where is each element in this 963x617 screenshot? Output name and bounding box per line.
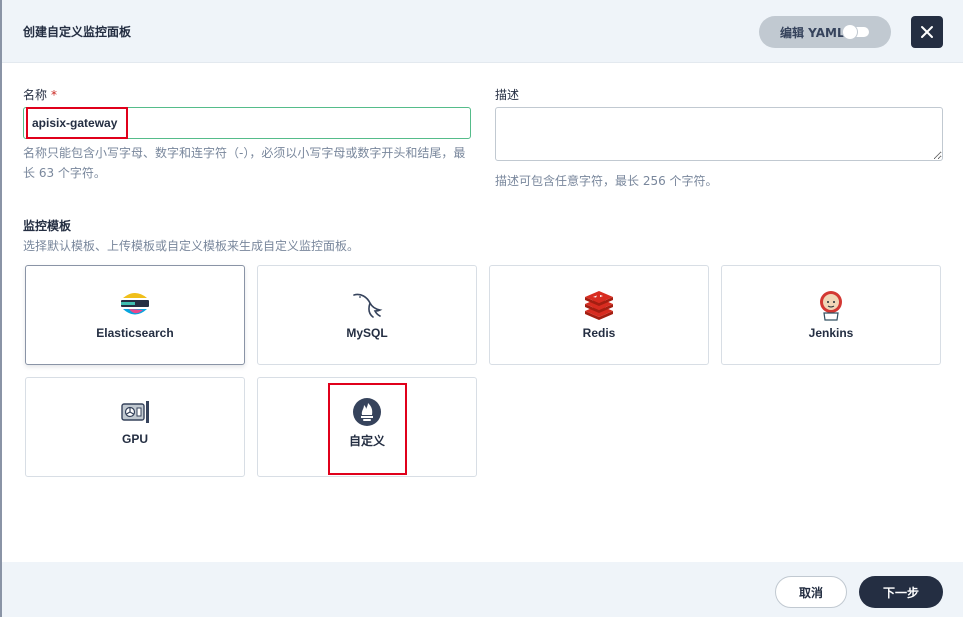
template-label: GPU xyxy=(121,432,148,446)
modal-header: 创建自定义监控面板 编辑 YAML xyxy=(2,0,963,63)
cancel-button[interactable]: 取消 xyxy=(775,576,847,608)
mysql-icon xyxy=(351,289,383,321)
required-mark: * xyxy=(51,88,58,102)
edit-yaml-toggle[interactable]: 编辑 YAML xyxy=(759,16,891,48)
next-button[interactable]: 下一步 xyxy=(859,576,943,608)
template-card-mysql[interactable]: MySQL xyxy=(257,265,477,365)
name-label: 名称 * xyxy=(23,86,57,103)
template-label: MySQL xyxy=(346,326,388,340)
prometheus-icon xyxy=(351,396,383,428)
close-button[interactable] xyxy=(911,16,943,48)
name-hint: 名称只能包含小写字母、数字和连字符（-），必须以小写字母或数字开头和结尾，最长 … xyxy=(23,146,466,180)
gpu-icon xyxy=(119,396,151,428)
modal-title: 创建自定义监控面板 xyxy=(23,25,132,39)
description-label: 描述 xyxy=(495,88,520,102)
close-icon xyxy=(921,26,933,38)
template-card-redis[interactable]: Redis xyxy=(489,265,709,365)
yaml-switch[interactable] xyxy=(843,25,869,39)
template-card-jenkins[interactable]: Jenkins xyxy=(721,265,941,365)
create-dashboard-modal: 创建自定义监控面板 编辑 YAML 名称* 名称只能包含小写字母、数字和连字符（… xyxy=(0,0,963,617)
template-label: Elasticsearch xyxy=(96,326,174,340)
templates-description: 选择默认模板、上传模板或自定义模板来生成自定义监控面板。 xyxy=(23,239,360,253)
template-label: 自定义 xyxy=(348,434,385,448)
redis-icon xyxy=(583,289,615,321)
templates-title: 监控模板 xyxy=(23,219,72,233)
template-card-custom[interactable]: 自定义 xyxy=(257,377,477,477)
name-input[interactable] xyxy=(23,107,471,139)
template-card-elasticsearch[interactable]: Elasticsearch xyxy=(25,265,245,365)
template-card-gpu[interactable]: GPU xyxy=(25,377,245,477)
name-label-text: 名称 xyxy=(23,88,48,102)
template-label: Jenkins xyxy=(808,326,854,340)
edit-yaml-label: 编辑 YAML xyxy=(780,25,845,40)
jenkins-icon xyxy=(815,289,847,321)
template-label: Redis xyxy=(582,326,616,340)
elasticsearch-icon xyxy=(119,289,151,321)
yaml-switch-knob xyxy=(843,25,857,39)
modal-footer: 取消 下一步 xyxy=(2,562,963,617)
description-hint: 描述可包含任意字符，最长 256 个字符。 xyxy=(495,174,718,188)
description-input[interactable] xyxy=(495,107,943,161)
